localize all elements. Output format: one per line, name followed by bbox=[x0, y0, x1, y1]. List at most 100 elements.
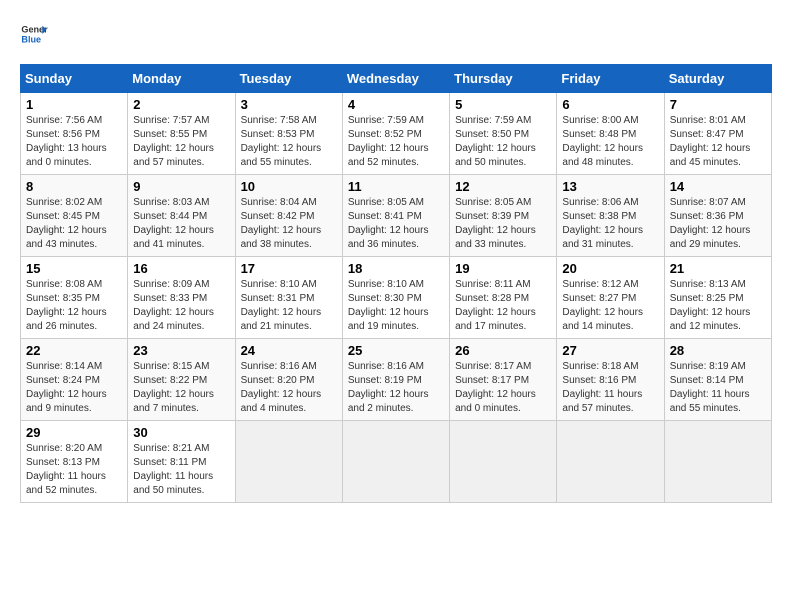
day-info: Sunrise: 8:07 AM Sunset: 8:36 PM Dayligh… bbox=[670, 196, 766, 252]
weekday-header-tuesday: Tuesday bbox=[235, 65, 342, 93]
day-number: 4 bbox=[348, 97, 444, 112]
calendar-week-3: 15 Sunrise: 8:08 AM Sunset: 8:35 PM Dayli… bbox=[21, 257, 772, 339]
calendar-cell: 15 Sunrise: 8:08 AM Sunset: 8:35 PM Dayli… bbox=[21, 257, 128, 339]
day-number: 12 bbox=[455, 179, 551, 194]
day-number: 24 bbox=[241, 343, 337, 358]
header: General Blue bbox=[20, 20, 772, 48]
day-number: 29 bbox=[26, 425, 122, 440]
calendar-cell bbox=[557, 421, 664, 503]
day-number: 1 bbox=[26, 97, 122, 112]
weekday-header-wednesday: Wednesday bbox=[342, 65, 449, 93]
calendar-cell: 21Sunrise: 8:13 AM Sunset: 8:25 PM Dayli… bbox=[664, 257, 771, 339]
day-number: 10 bbox=[241, 179, 337, 194]
calendar-cell: 27Sunrise: 8:18 AM Sunset: 8:16 PM Dayli… bbox=[557, 339, 664, 421]
calendar-cell: 6 Sunrise: 8:00 AM Sunset: 8:48 PM Daylig… bbox=[557, 93, 664, 175]
calendar-cell: 11 Sunrise: 8:05 AM Sunset: 8:41 PM Dayli… bbox=[342, 175, 449, 257]
calendar-cell: 26 Sunrise: 8:17 AM Sunset: 8:17 PM Dayli… bbox=[450, 339, 557, 421]
weekday-header-monday: Monday bbox=[128, 65, 235, 93]
day-number: 28 bbox=[670, 343, 766, 358]
day-number: 2 bbox=[133, 97, 229, 112]
calendar-cell: 28 Sunrise: 8:19 AM Sunset: 8:14 PM Dayli… bbox=[664, 339, 771, 421]
weekday-header-saturday: Saturday bbox=[664, 65, 771, 93]
day-number: 17 bbox=[241, 261, 337, 276]
day-info: Sunrise: 8:08 AM Sunset: 8:35 PM Dayligh… bbox=[26, 278, 122, 334]
day-info: Sunrise: 8:05 AM Sunset: 8:41 PM Dayligh… bbox=[348, 196, 444, 252]
calendar-cell: 1 Sunrise: 7:56 AM Sunset: 8:56 PM Daylig… bbox=[21, 93, 128, 175]
calendar-cell: 2 Sunrise: 7:57 AM Sunset: 8:55 PM Daylig… bbox=[128, 93, 235, 175]
day-number: 8 bbox=[26, 179, 122, 194]
day-info: Sunrise: 8:20 AM Sunset: 8:13 PM Dayligh… bbox=[26, 442, 122, 498]
logo-icon: General Blue bbox=[20, 20, 48, 48]
day-number: 14 bbox=[670, 179, 766, 194]
svg-text:Blue: Blue bbox=[21, 34, 41, 44]
calendar-cell bbox=[664, 421, 771, 503]
day-number: 11 bbox=[348, 179, 444, 194]
day-number: 21 bbox=[670, 261, 766, 276]
day-info: Sunrise: 8:15 AM Sunset: 8:22 PM Dayligh… bbox=[133, 360, 229, 416]
calendar-cell: 5 Sunrise: 7:59 AM Sunset: 8:50 PM Daylig… bbox=[450, 93, 557, 175]
calendar-week-1: 1 Sunrise: 7:56 AM Sunset: 8:56 PM Daylig… bbox=[21, 93, 772, 175]
day-info: Sunrise: 8:00 AM Sunset: 8:48 PM Dayligh… bbox=[562, 114, 658, 170]
day-number: 3 bbox=[241, 97, 337, 112]
calendar-cell: 10 Sunrise: 8:04 AM Sunset: 8:42 PM Dayli… bbox=[235, 175, 342, 257]
calendar-cell: 18Sunrise: 8:10 AM Sunset: 8:30 PM Dayli… bbox=[342, 257, 449, 339]
calendar-cell: 29 Sunrise: 8:20 AM Sunset: 8:13 PM Dayli… bbox=[21, 421, 128, 503]
calendar-week-4: 22 Sunrise: 8:14 AM Sunset: 8:24 PM Dayli… bbox=[21, 339, 772, 421]
weekday-header-thursday: Thursday bbox=[450, 65, 557, 93]
day-info: Sunrise: 7:56 AM Sunset: 8:56 PM Dayligh… bbox=[26, 114, 122, 170]
day-number: 30 bbox=[133, 425, 229, 440]
calendar-cell: 4 Sunrise: 7:59 AM Sunset: 8:52 PM Daylig… bbox=[342, 93, 449, 175]
calendar-cell: 20Sunrise: 8:12 AM Sunset: 8:27 PM Dayli… bbox=[557, 257, 664, 339]
day-number: 26 bbox=[455, 343, 551, 358]
calendar-cell bbox=[235, 421, 342, 503]
calendar-cell: 16Sunrise: 8:09 AM Sunset: 8:33 PM Dayli… bbox=[128, 257, 235, 339]
day-info: Sunrise: 8:02 AM Sunset: 8:45 PM Dayligh… bbox=[26, 196, 122, 252]
day-number: 6 bbox=[562, 97, 658, 112]
logo: General Blue bbox=[20, 20, 48, 48]
calendar-cell: 13 Sunrise: 8:06 AM Sunset: 8:38 PM Dayli… bbox=[557, 175, 664, 257]
day-info: Sunrise: 8:21 AM Sunset: 8:11 PM Dayligh… bbox=[133, 442, 229, 498]
day-info: Sunrise: 7:59 AM Sunset: 8:52 PM Dayligh… bbox=[348, 114, 444, 170]
calendar-cell: 9Sunrise: 8:03 AM Sunset: 8:44 PM Daylig… bbox=[128, 175, 235, 257]
calendar-table: SundayMondayTuesdayWednesdayThursdayFrid… bbox=[20, 64, 772, 503]
weekday-header-sunday: Sunday bbox=[21, 65, 128, 93]
calendar-cell: 3 Sunrise: 7:58 AM Sunset: 8:53 PM Daylig… bbox=[235, 93, 342, 175]
day-info: Sunrise: 8:05 AM Sunset: 8:39 PM Dayligh… bbox=[455, 196, 551, 252]
calendar-cell: 22 Sunrise: 8:14 AM Sunset: 8:24 PM Dayli… bbox=[21, 339, 128, 421]
day-info: Sunrise: 8:14 AM Sunset: 8:24 PM Dayligh… bbox=[26, 360, 122, 416]
day-info: Sunrise: 8:10 AM Sunset: 8:31 PM Dayligh… bbox=[241, 278, 337, 334]
day-info: Sunrise: 8:06 AM Sunset: 8:38 PM Dayligh… bbox=[562, 196, 658, 252]
day-info: Sunrise: 8:16 AM Sunset: 8:20 PM Dayligh… bbox=[241, 360, 337, 416]
day-number: 15 bbox=[26, 261, 122, 276]
day-number: 7 bbox=[670, 97, 766, 112]
calendar-cell: 8 Sunrise: 8:02 AM Sunset: 8:45 PM Daylig… bbox=[21, 175, 128, 257]
weekday-header-friday: Friday bbox=[557, 65, 664, 93]
day-info: Sunrise: 7:58 AM Sunset: 8:53 PM Dayligh… bbox=[241, 114, 337, 170]
day-info: Sunrise: 8:04 AM Sunset: 8:42 PM Dayligh… bbox=[241, 196, 337, 252]
day-number: 13 bbox=[562, 179, 658, 194]
calendar-week-5: 29 Sunrise: 8:20 AM Sunset: 8:13 PM Dayli… bbox=[21, 421, 772, 503]
calendar-cell bbox=[450, 421, 557, 503]
calendar-cell: 25Sunrise: 8:16 AM Sunset: 8:19 PM Dayli… bbox=[342, 339, 449, 421]
calendar-week-2: 8 Sunrise: 8:02 AM Sunset: 8:45 PM Daylig… bbox=[21, 175, 772, 257]
day-info: Sunrise: 8:17 AM Sunset: 8:17 PM Dayligh… bbox=[455, 360, 551, 416]
calendar-cell: 14 Sunrise: 8:07 AM Sunset: 8:36 PM Dayli… bbox=[664, 175, 771, 257]
calendar-cell: 19Sunrise: 8:11 AM Sunset: 8:28 PM Dayli… bbox=[450, 257, 557, 339]
weekday-header-row: SundayMondayTuesdayWednesdayThursdayFrid… bbox=[21, 65, 772, 93]
day-number: 23 bbox=[133, 343, 229, 358]
calendar-cell: 12 Sunrise: 8:05 AM Sunset: 8:39 PM Dayli… bbox=[450, 175, 557, 257]
day-number: 22 bbox=[26, 343, 122, 358]
day-info: Sunrise: 8:01 AM Sunset: 8:47 PM Dayligh… bbox=[670, 114, 766, 170]
day-info: Sunrise: 7:59 AM Sunset: 8:50 PM Dayligh… bbox=[455, 114, 551, 170]
day-number: 16 bbox=[133, 261, 229, 276]
day-info: Sunrise: 8:18 AM Sunset: 8:16 PM Dayligh… bbox=[562, 360, 658, 416]
day-info: Sunrise: 8:19 AM Sunset: 8:14 PM Dayligh… bbox=[670, 360, 766, 416]
calendar-cell: 24 Sunrise: 8:16 AM Sunset: 8:20 PM Dayli… bbox=[235, 339, 342, 421]
day-number: 20 bbox=[562, 261, 658, 276]
day-info: Sunrise: 7:57 AM Sunset: 8:55 PM Dayligh… bbox=[133, 114, 229, 170]
day-number: 18 bbox=[348, 261, 444, 276]
day-number: 5 bbox=[455, 97, 551, 112]
day-number: 19 bbox=[455, 261, 551, 276]
calendar-cell: 17 Sunrise: 8:10 AM Sunset: 8:31 PM Dayli… bbox=[235, 257, 342, 339]
calendar-cell bbox=[342, 421, 449, 503]
